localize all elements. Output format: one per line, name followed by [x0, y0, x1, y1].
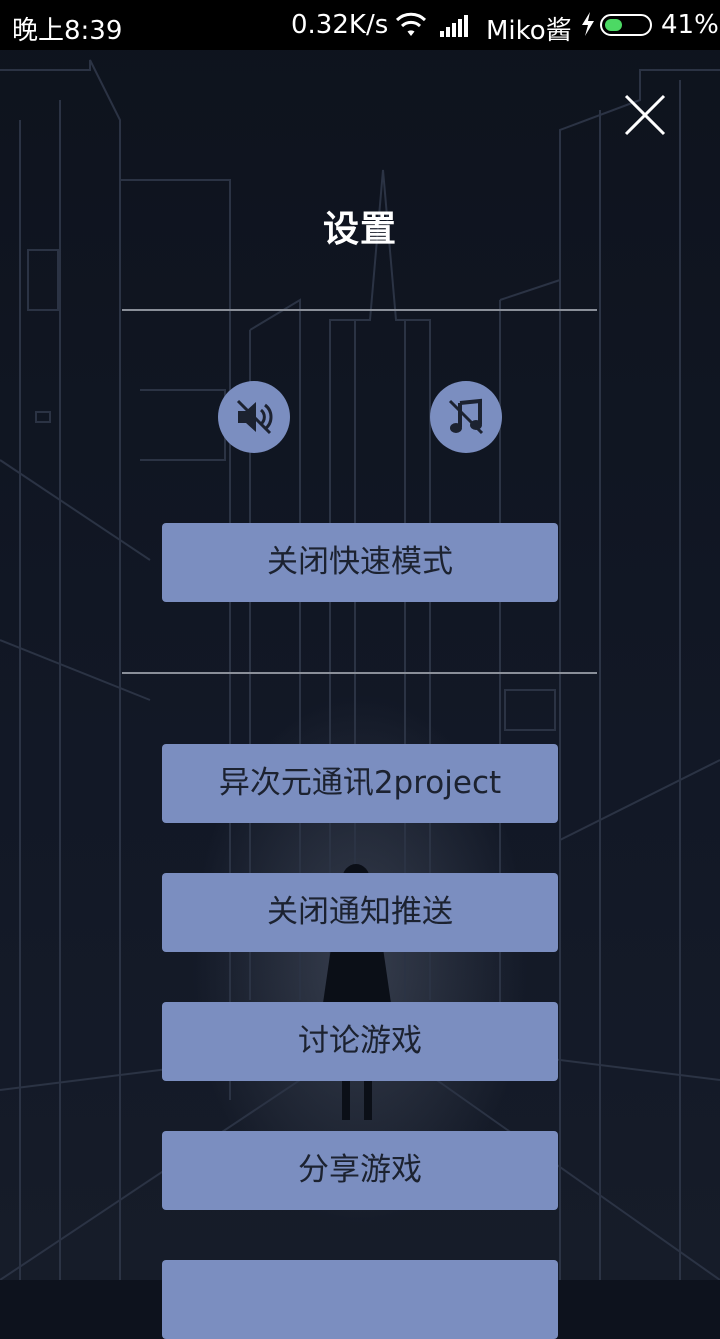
music-toggle-button[interactable]: [430, 381, 502, 453]
battery-icon: [600, 14, 652, 36]
city-background: [0, 0, 720, 1280]
partial-menu-button[interactable]: [162, 1260, 558, 1339]
sound-toggle-button[interactable]: [218, 381, 290, 453]
status-battery-percent: 41%: [661, 10, 719, 40]
divider: [122, 672, 597, 674]
status-net-speed: 0.32K/s: [291, 10, 389, 40]
close-icon[interactable]: [622, 92, 668, 138]
charging-bolt-icon: [581, 12, 595, 43]
music-muted-icon: [448, 398, 484, 435]
page-title: 设置: [322, 209, 397, 250]
status-carrier: Miko酱: [486, 16, 572, 46]
discuss-game-button[interactable]: 讨论游戏: [162, 1002, 558, 1081]
share-game-button[interactable]: 分享游戏: [162, 1131, 558, 1210]
fast-mode-button[interactable]: 关闭快速模式: [162, 523, 558, 602]
project-button[interactable]: 异次元通讯2project: [162, 744, 558, 823]
status-time: 晚上8:39: [12, 16, 123, 46]
notifications-button[interactable]: 关闭通知推送: [162, 873, 558, 952]
divider: [122, 309, 597, 311]
status-bar: 晚上8:39 0.32K/s Miko酱 41%: [0, 0, 720, 50]
sound-muted-icon: [236, 399, 273, 435]
signal-icon: [440, 14, 474, 44]
wifi-icon: [394, 12, 428, 45]
